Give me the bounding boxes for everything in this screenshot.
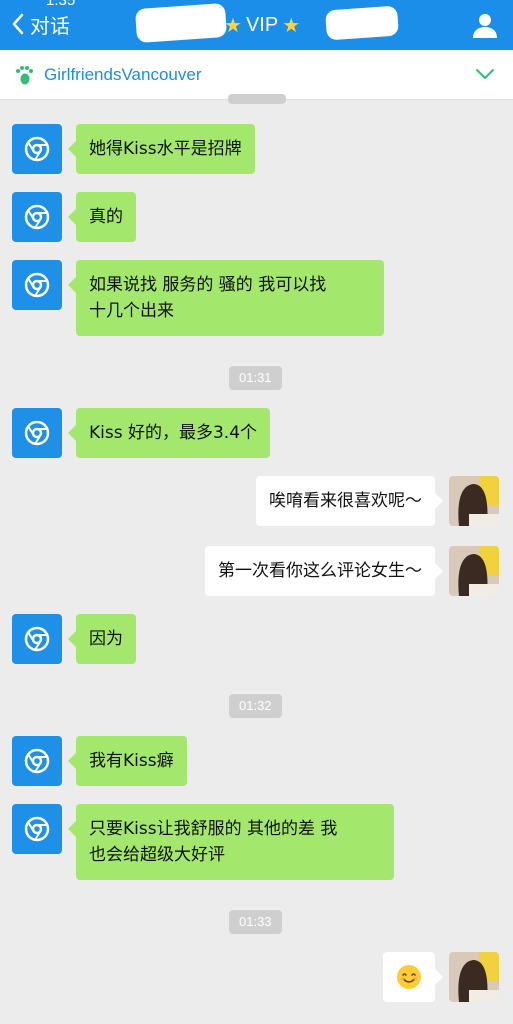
message-row: 唉唷看来很喜欢呢～ bbox=[256, 476, 499, 526]
message-row: 真的 bbox=[12, 192, 136, 242]
timestamp-partial bbox=[228, 94, 286, 104]
avatar[interactable] bbox=[12, 614, 62, 664]
chrome-icon bbox=[24, 626, 50, 652]
message-row: 她得Kiss水平是招牌 bbox=[12, 124, 255, 174]
group-bar[interactable]: GirlfriendsVancouver bbox=[0, 50, 513, 100]
message-bubble[interactable]: Kiss 好的，最多3.4个 bbox=[67, 408, 271, 458]
avatar[interactable] bbox=[449, 476, 499, 526]
avatar[interactable] bbox=[12, 260, 62, 310]
chrome-icon bbox=[24, 748, 50, 774]
chat-title: ★ VIP ★ bbox=[220, 10, 304, 40]
message-bubble[interactable]: 我有Kiss癖 bbox=[68, 736, 187, 786]
message-line: 只要Kiss让我舒服的 其他的差 我 bbox=[89, 819, 338, 839]
navigation-bar: 1:35 对话 ★ VIP ★ bbox=[0, 0, 513, 50]
back-label: 对话 bbox=[30, 13, 70, 38]
vip-label: VIP bbox=[245, 13, 279, 36]
avatar[interactable] bbox=[12, 124, 62, 174]
group-name: GirlfriendsVancouver bbox=[44, 64, 202, 84]
back-button[interactable]: 对话 bbox=[10, 9, 70, 39]
status-bar-time: 1:35 bbox=[46, 0, 76, 9]
message-bubble[interactable]: 第一次看你这么评论女生～ bbox=[205, 546, 443, 596]
message-bubble[interactable]: 真的 bbox=[68, 192, 136, 242]
avatar[interactable] bbox=[12, 192, 62, 242]
message-line: 十几个出来 bbox=[89, 301, 174, 321]
message-bubble[interactable] bbox=[383, 952, 443, 1002]
chrome-icon bbox=[24, 136, 50, 162]
redaction-mark bbox=[134, 2, 228, 44]
message-line: 也会给超级大好评 bbox=[89, 845, 225, 865]
message-bubble[interactable]: 她得Kiss水平是招牌 bbox=[68, 124, 255, 174]
chrome-icon bbox=[24, 272, 50, 298]
chrome-icon bbox=[24, 816, 50, 842]
timestamp: 01:33 bbox=[229, 910, 282, 934]
message-list[interactable]: 她得Kiss水平是招牌 真的 如果说找 服务的 骚的 我可以找 十几个出来 01… bbox=[0, 94, 513, 1024]
avatar[interactable] bbox=[449, 546, 499, 596]
avatar[interactable] bbox=[12, 408, 62, 458]
star-icon: ★ bbox=[224, 14, 242, 37]
footprint-icon bbox=[16, 65, 33, 84]
user-photo bbox=[449, 546, 499, 596]
profile-icon[interactable] bbox=[471, 11, 499, 39]
redaction-mark bbox=[325, 5, 399, 41]
message-row bbox=[383, 952, 499, 1002]
avatar[interactable] bbox=[449, 952, 499, 1002]
message-bubble[interactable]: 唉唷看来很喜欢呢～ bbox=[256, 476, 443, 526]
message-row: 只要Kiss让我舒服的 其他的差 我 也会给超级大好评 bbox=[12, 804, 394, 880]
timestamp: 01:31 bbox=[229, 366, 282, 390]
chevron-left-icon bbox=[12, 13, 24, 35]
user-photo bbox=[449, 952, 499, 1002]
chrome-icon bbox=[24, 420, 50, 446]
star-icon: ★ bbox=[282, 14, 301, 37]
message-row: 如果说找 服务的 骚的 我可以找 十几个出来 bbox=[12, 260, 384, 336]
message-row: Kiss 好的，最多3.4个 bbox=[12, 408, 271, 458]
smiling-face-icon bbox=[397, 965, 421, 989]
timestamp: 01:32 bbox=[229, 694, 282, 718]
message-row: 我有Kiss癖 bbox=[12, 736, 187, 786]
user-photo bbox=[449, 476, 499, 526]
message-bubble[interactable]: 只要Kiss让我舒服的 其他的差 我 也会给超级大好评 bbox=[68, 804, 394, 880]
chevron-down-icon[interactable] bbox=[475, 67, 495, 81]
message-bubble[interactable]: 如果说找 服务的 骚的 我可以找 十几个出来 bbox=[68, 260, 384, 336]
message-row: 因为 bbox=[12, 614, 136, 664]
avatar[interactable] bbox=[12, 804, 62, 854]
message-line: 如果说找 服务的 骚的 我可以找 bbox=[89, 275, 327, 295]
message-bubble[interactable]: 因为 bbox=[68, 614, 136, 664]
avatar[interactable] bbox=[12, 736, 62, 786]
chrome-icon bbox=[24, 204, 50, 230]
message-row: 第一次看你这么评论女生～ bbox=[205, 546, 499, 596]
